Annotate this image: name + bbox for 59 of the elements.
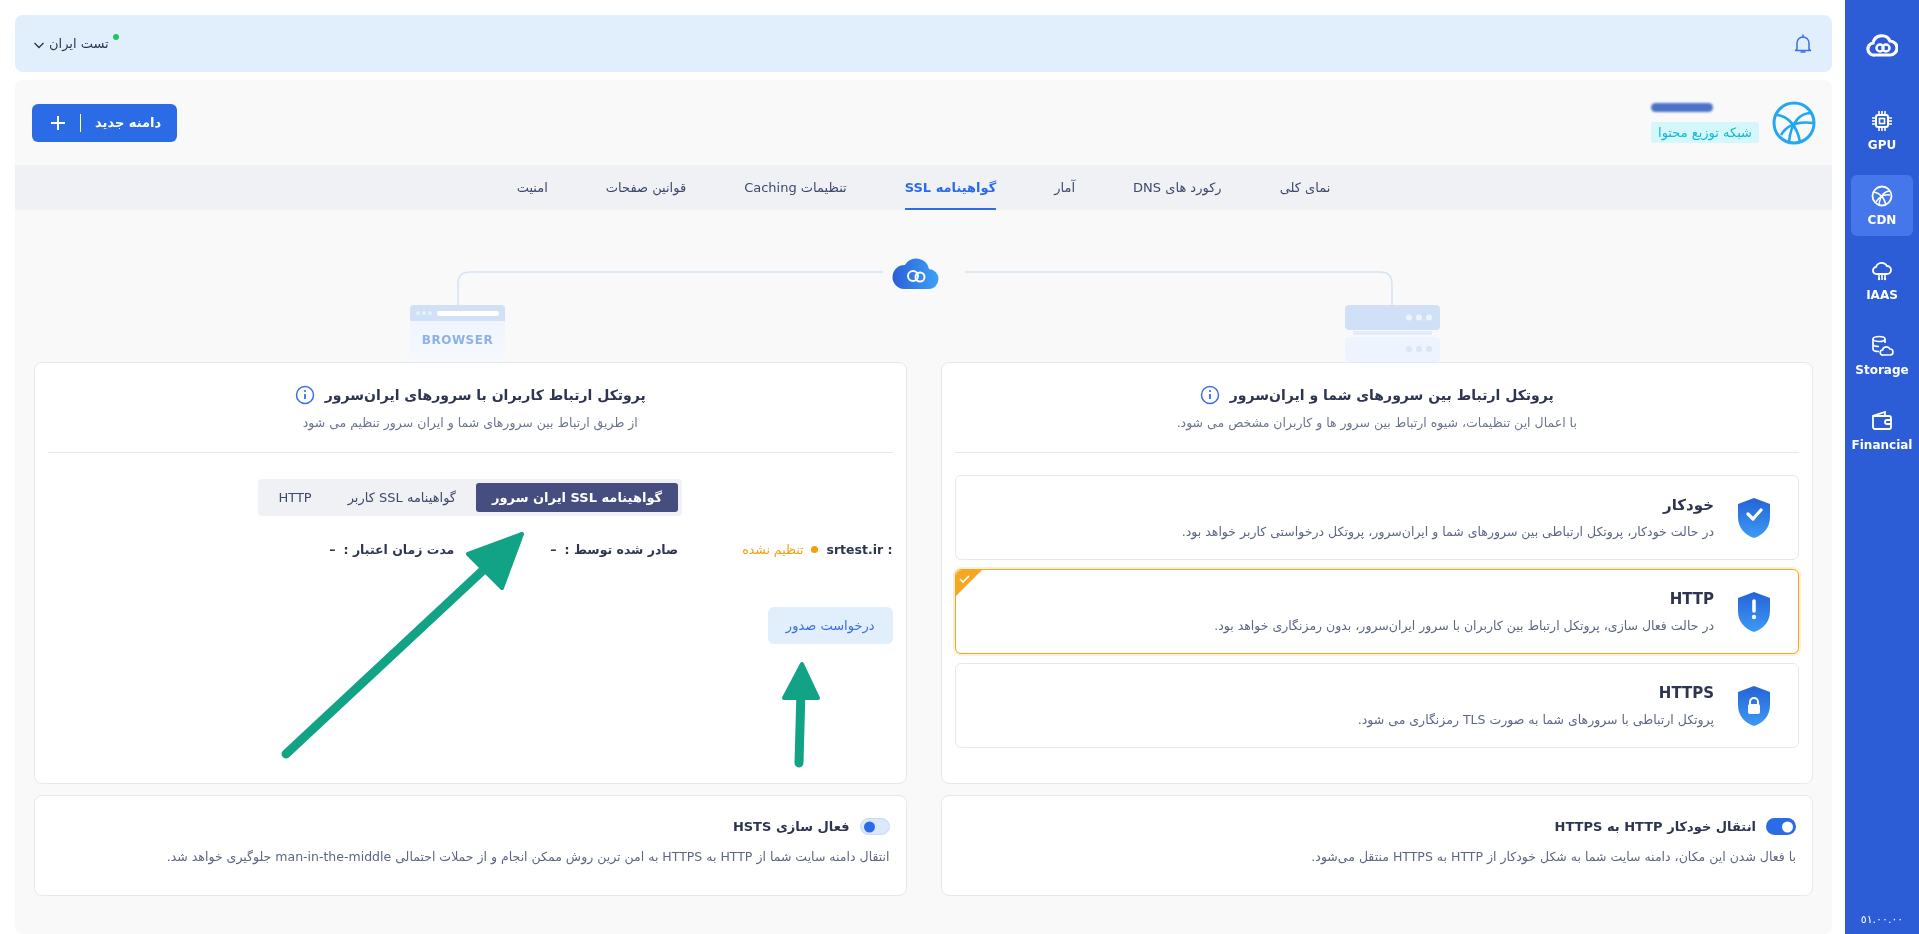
toggle-description: انتقال دامنه سایت شما از HTTP به HTTPS به امن ترین روش ممکن انجام و از حملات احتمالی man-in-the-middle جلوگیری خواهد شد. xyxy=(165,849,890,864)
wallet-icon xyxy=(1870,409,1894,433)
nav-tab[interactable]: آمار xyxy=(1054,165,1076,210)
sidebar-item[interactable]: Financial xyxy=(1851,400,1913,461)
new-domain-button[interactable]: دامنه جدید xyxy=(32,103,178,142)
globe-icon xyxy=(1771,99,1817,146)
toggle-label: فعال سازی HSTS xyxy=(732,819,850,834)
card-subtitle: از طریق ارتباط بین سرورهای شما و ایران سرور تنظیم می شود xyxy=(302,415,638,430)
sidebar-item[interactable]: IAAS xyxy=(1851,250,1913,311)
chip-icon xyxy=(1870,109,1894,133)
toggle-switch[interactable] xyxy=(859,818,890,835)
certificate-tab[interactable]: گواهینامه SSL ایران سرور xyxy=(476,483,679,512)
nav-tab[interactable]: نمای کلی xyxy=(1279,165,1331,210)
shield-lock-icon xyxy=(1736,684,1772,727)
option-description: در حالت خودکار، پروتکل ارتباطی بین سرورهای شما و ایران‌سرور، پروتکل درخواستی کاربر خواهد بود. xyxy=(1181,524,1714,539)
card-subtitle: با اعمال این تنظیمات، شیوه ارتباط بین سرور ها و کاربران مشخص می شود. xyxy=(1176,415,1577,430)
category-tag: شبکه توزیع محتوا xyxy=(1651,121,1759,143)
version-label: ٥١.٠٠.٠٠ xyxy=(1860,913,1904,926)
field-label: مدت زمان اعتبار : xyxy=(343,542,455,557)
toggle-label: انتقال خودکار HTTP به HTTPS xyxy=(1554,819,1756,834)
option-description: پروتکل ارتباطی با سرورهای شما به صورت TLS رمزنگاری می شود. xyxy=(1357,712,1714,727)
info-icon[interactable] xyxy=(294,385,315,405)
bell-icon[interactable] xyxy=(1794,33,1812,54)
option-title: HTTPS xyxy=(1657,684,1714,702)
redaction-bar xyxy=(1651,102,1713,112)
request-issue-button[interactable]: درخواست صدور xyxy=(767,607,893,644)
globe-icon xyxy=(1870,184,1894,208)
nav-tab[interactable]: رکورد های DNS xyxy=(1133,165,1222,210)
option-title: HTTP xyxy=(1668,590,1714,608)
status-text: تنظیم نشده xyxy=(742,542,804,557)
card-title: پروتکل ارتباط کاربران با سرورهای ایران‌سرور xyxy=(324,387,646,403)
domain-name: srtest.ir : xyxy=(826,542,893,557)
certificate-tab[interactable]: گواهینامه SSL کاربر xyxy=(331,483,473,512)
field-value: – xyxy=(550,542,557,557)
sidebar-item[interactable]: Storage xyxy=(1851,325,1913,386)
toggle-switch[interactable] xyxy=(1766,818,1796,835)
shield-check-icon xyxy=(1736,496,1772,539)
sidebar-item[interactable]: CDN xyxy=(1851,175,1913,236)
option-description: در حالت فعال سازی، پروتکل ارتباط بین کاربران با سرور ایران‌سرور، بدون رمزنگاری خواهد بود. xyxy=(1214,618,1714,633)
sidebar-item[interactable]: GPU xyxy=(1851,100,1913,161)
field-value: – xyxy=(329,542,336,557)
certificate-tab[interactable]: HTTP xyxy=(262,483,328,512)
card-title: پروتکل ارتباط بین سرورهای شما و ایران‌سرور xyxy=(1229,387,1554,403)
nav-tab[interactable]: تنظیمات Caching xyxy=(744,165,847,210)
selected-corner-icon xyxy=(955,570,982,596)
toggle-description: با فعال شدن این مکان، دامنه سایت شما به شکل خودکار از HTTP به HTTPS منتقل می‌شود. xyxy=(1310,849,1796,864)
field-label: صادر شده توسط : xyxy=(564,542,679,557)
option-title: خودکار xyxy=(1661,496,1714,514)
nav-tab[interactable]: قوانین صفحات xyxy=(605,165,687,210)
nav-tab[interactable]: گواهینامه SSL xyxy=(904,165,997,210)
cloud-network-icon xyxy=(1870,259,1894,283)
shield-exclamation-icon xyxy=(1736,590,1772,633)
nav-tab[interactable]: امنیت xyxy=(516,165,548,210)
info-icon[interactable] xyxy=(1199,385,1220,405)
account-menu[interactable]: تست ایران xyxy=(27,32,125,55)
plus-icon xyxy=(50,114,66,131)
database-icon xyxy=(1870,334,1894,358)
browser-label: BROWSER xyxy=(420,333,495,347)
protocol-option[interactable]: خودکار در حالت خودکار، پروتکل ارتباطی بین سرورهای شما و ایران‌سرور، پروتکل درخواستی کاربر خواهد بود. xyxy=(954,475,1799,560)
